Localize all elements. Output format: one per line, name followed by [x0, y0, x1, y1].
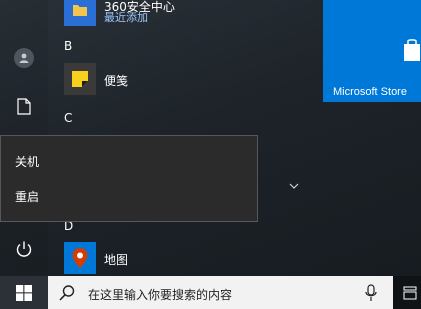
documents-button[interactable]	[0, 86, 48, 126]
sticky-notes-icon	[64, 63, 96, 95]
windows-logo-icon	[16, 284, 32, 301]
folder-icon	[64, 0, 96, 26]
restart-menu-item[interactable]: 重启	[1, 179, 257, 213]
store-bag-icon	[404, 39, 420, 61]
maps-icon	[64, 242, 96, 274]
task-view-icon	[403, 286, 417, 299]
section-letter-b[interactable]: B	[64, 39, 72, 53]
microphone-icon[interactable]	[364, 284, 378, 302]
search-icon	[59, 285, 75, 301]
user-avatar-icon	[14, 48, 34, 68]
start-button[interactable]	[0, 276, 48, 309]
app-item-sticky-notes[interactable]: 便笺	[48, 59, 260, 99]
recently-added-label: 最近添加	[104, 11, 148, 24]
app-item-360[interactable]: 360安全中心 最近添加	[48, 0, 260, 30]
microsoft-store-tile[interactable]: Microsoft Store	[323, 0, 421, 102]
search-placeholder: 在这里输入你要搜索的内容	[88, 288, 233, 302]
taskbar-search-box[interactable]: 在这里输入你要搜索的内容	[48, 276, 393, 309]
power-menu: 关机 重启	[0, 135, 258, 222]
task-view-button[interactable]	[399, 276, 421, 309]
chevron-down-icon[interactable]	[286, 178, 302, 194]
section-letter-c[interactable]: C	[64, 111, 72, 125]
taskbar: 在这里输入你要搜索的内容	[0, 276, 421, 309]
user-account-button[interactable]	[0, 38, 48, 78]
power-icon	[16, 241, 32, 257]
tile-label: Microsoft Store	[333, 86, 407, 98]
shutdown-menu-item[interactable]: 关机	[1, 144, 257, 178]
app-name: 地图	[104, 253, 129, 267]
document-icon	[17, 97, 31, 115]
app-item-maps[interactable]: 地图	[48, 238, 260, 278]
power-button[interactable]	[0, 229, 48, 269]
app-name: 便笺	[104, 74, 129, 88]
